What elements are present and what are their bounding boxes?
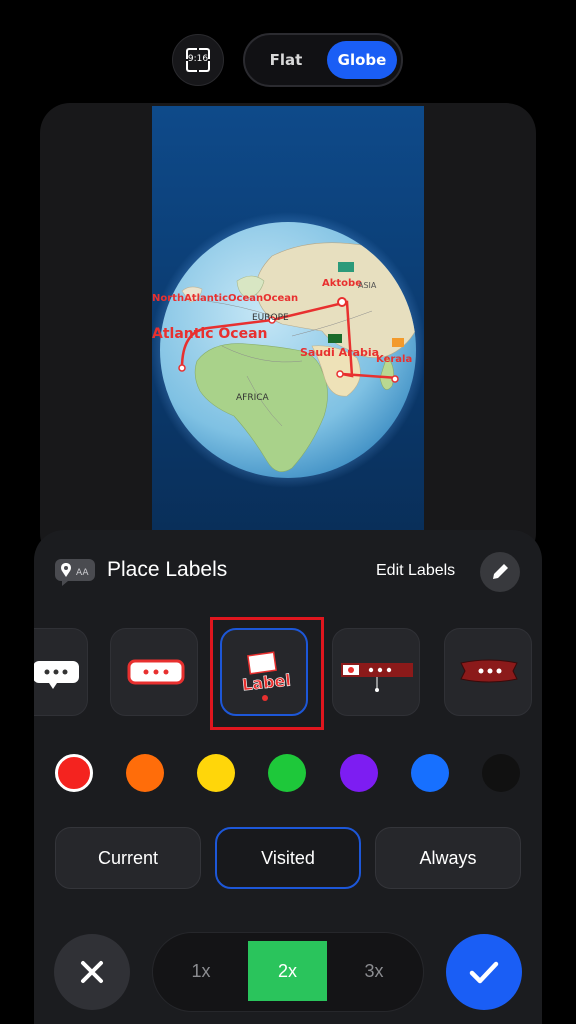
color-swatch-green[interactable] (268, 754, 306, 792)
place-label: Saudi Arabia (300, 346, 379, 359)
edit-labels-link[interactable]: Edit Labels (376, 562, 455, 580)
flag-icon (338, 262, 354, 272)
globe-view-option[interactable]: Globe (327, 41, 397, 79)
place-label: Kerala (376, 354, 412, 365)
color-swatch-orange[interactable] (126, 754, 164, 792)
visited-option-button[interactable]: Visited (215, 827, 361, 889)
selected-style-highlight (210, 617, 324, 730)
flag-icon (392, 338, 404, 347)
pencil-icon (493, 564, 508, 579)
flag-icon (328, 334, 342, 343)
speed-1x-option[interactable]: 1x (160, 941, 242, 1001)
speech-bubble-style-icon (34, 661, 79, 689)
place-label: NorthAtlanticOceanOcean (152, 293, 298, 304)
place-label-icon: AA (55, 559, 95, 586)
red-pill-style-icon (127, 659, 185, 685)
always-option-button[interactable]: Always (375, 827, 521, 889)
aspect-ratio-label: 9:16 (187, 54, 209, 64)
flag-banner-style-icon (341, 663, 413, 692)
style-flag-banner[interactable] (332, 628, 420, 716)
aspect-ratio-button[interactable]: 9:16 (172, 34, 224, 86)
color-swatch-blue[interactable] (411, 754, 449, 792)
flat-view-option[interactable]: Flat (253, 41, 319, 79)
place-label: Aktobe (322, 278, 362, 289)
checkmark-icon (469, 961, 499, 984)
place-label: Atlantic Ocean (152, 326, 268, 342)
sheet-title: Place Labels (107, 558, 228, 581)
color-swatch-black[interactable] (482, 754, 520, 792)
map-preview: NorthAtlanticOceanOcean Atlantic Ocean A… (152, 106, 424, 546)
speed-3x-option[interactable]: 3x (333, 941, 415, 1001)
speed-2x-option[interactable]: 2x (248, 941, 327, 1001)
red-ribbon-style-icon (460, 659, 518, 683)
svg-text:AA: AA (76, 568, 89, 578)
cancel-button[interactable] (54, 934, 130, 1010)
color-swatch-red[interactable] (55, 754, 93, 792)
close-icon (81, 961, 103, 983)
style-speech-bubble[interactable] (34, 628, 88, 716)
style-red-pill[interactable] (110, 628, 198, 716)
region-label: EUROPE (252, 313, 289, 323)
edit-labels-button[interactable] (480, 552, 520, 592)
current-option-button[interactable]: Current (55, 827, 201, 889)
confirm-button[interactable] (446, 934, 522, 1010)
color-swatch-yellow[interactable] (197, 754, 235, 792)
color-swatch-purple[interactable] (340, 754, 378, 792)
style-red-ribbon[interactable] (444, 628, 532, 716)
view-mode-toggle: Flat Globe (243, 33, 403, 87)
region-label: AFRICA (236, 393, 270, 403)
region-label: ASIA (358, 281, 377, 290)
globe-map: NorthAtlanticOceanOcean Atlantic Ocean A… (152, 212, 424, 488)
